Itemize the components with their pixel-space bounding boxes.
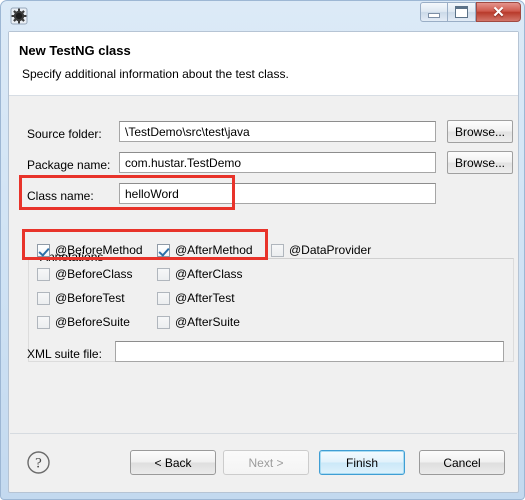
checkbox-before-class[interactable]: @BeforeClass (37, 267, 133, 281)
finish-button[interactable]: Finish (319, 450, 405, 475)
svg-text:?: ? (35, 456, 42, 472)
checkbox-after-method[interactable]: @AfterMethod (157, 243, 253, 257)
checkbox-label: @BeforeClass (55, 267, 133, 281)
title-bar: ✕ (1, 1, 525, 31)
checkbox-before-test[interactable]: @BeforeTest (37, 291, 125, 305)
checkbox-before-method[interactable]: @BeforeMethod (37, 243, 143, 257)
minimize-icon (428, 12, 440, 18)
source-folder-input[interactable] (119, 121, 436, 142)
package-name-input[interactable] (119, 152, 436, 173)
checkbox-box[interactable] (37, 291, 50, 305)
checkbox-label: @BeforeTest (55, 291, 125, 305)
checkbox-label: @BeforeMethod (55, 243, 143, 257)
dialog-client-area: New TestNG class Specify additional info… (8, 31, 519, 493)
package-name-browse-button[interactable]: Browse... (447, 151, 513, 174)
xml-suite-file-label: XML suite file: (27, 347, 102, 361)
checkbox-label: @BeforeSuite (55, 315, 130, 329)
dialog-header: New TestNG class Specify additional info… (9, 32, 518, 96)
back-button[interactable]: < Back (130, 450, 216, 475)
minimize-button[interactable] (420, 2, 448, 22)
source-folder-label: Source folder: (27, 127, 102, 141)
checkbox-label: @AfterClass (175, 267, 243, 281)
checkbox-box[interactable] (157, 315, 170, 329)
checkbox-box[interactable] (157, 267, 170, 281)
xml-suite-file-input[interactable] (115, 341, 504, 362)
checkbox-label: @AfterTest (175, 291, 235, 305)
close-icon: ✕ (492, 3, 505, 21)
class-name-input[interactable] (119, 183, 436, 204)
cancel-button[interactable]: Cancel (419, 450, 505, 475)
close-button[interactable]: ✕ (476, 2, 521, 22)
class-name-label: Class name: (27, 189, 94, 203)
maximize-button[interactable] (448, 2, 476, 22)
checkbox-after-test[interactable]: @AfterTest (157, 291, 235, 305)
help-icon[interactable]: ? (26, 450, 51, 475)
checkbox-data-provider[interactable]: @DataProvider (271, 243, 371, 257)
checkbox-after-suite[interactable]: @AfterSuite (157, 315, 240, 329)
source-folder-browse-button[interactable]: Browse... (447, 120, 513, 143)
checkbox-label: @AfterMethod (175, 243, 253, 257)
checkbox-box[interactable] (37, 315, 50, 329)
checkbox-box[interactable] (157, 243, 170, 257)
maximize-icon (455, 6, 468, 18)
checkbox-box[interactable] (37, 243, 50, 257)
checkbox-label: @DataProvider (289, 243, 372, 257)
window-controls: ✕ (420, 2, 521, 22)
testng-gear-icon (10, 7, 28, 25)
checkbox-after-class[interactable]: @AfterClass (157, 267, 243, 281)
checkbox-box[interactable] (157, 291, 170, 305)
package-name-label: Package name: (27, 158, 111, 172)
page-title: New TestNG class (19, 43, 131, 58)
dialog-window: ✕ New TestNG class Specify additional in… (0, 0, 525, 500)
checkbox-box[interactable] (37, 267, 50, 281)
checkbox-before-suite[interactable]: @BeforeSuite (37, 315, 130, 329)
page-subtitle: Specify additional information about the… (22, 67, 289, 81)
next-button[interactable]: Next > (223, 450, 309, 475)
button-bar-separator (10, 433, 517, 434)
checkbox-box[interactable] (271, 243, 284, 257)
checkbox-label: @AfterSuite (175, 315, 240, 329)
